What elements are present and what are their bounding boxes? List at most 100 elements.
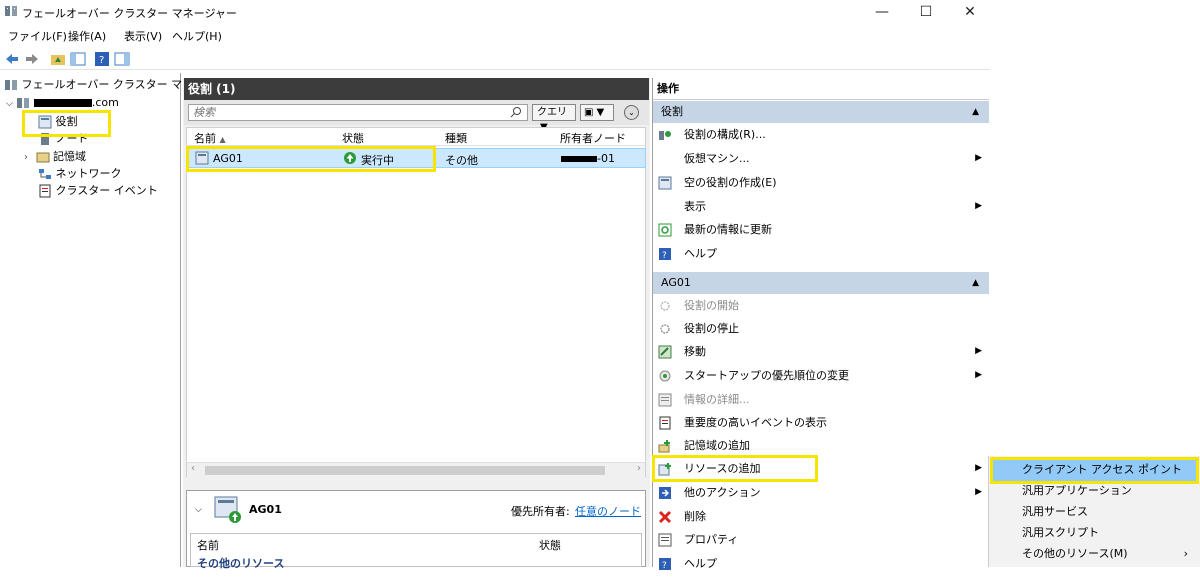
action-move[interactable]: 移動 ▶ (658, 340, 988, 363)
redacted-cluster-name (33, 99, 92, 107)
close-button[interactable]: ✕ (950, 2, 990, 22)
cluster-icon (16, 96, 30, 110)
submenu-arrow-icon: ▶ (975, 346, 982, 356)
actions-section-ag01[interactable]: AG01 ▲ (653, 272, 989, 294)
scroll-left-icon[interactable]: ‹ (191, 463, 195, 474)
tree-item-storage-label: 記憶域 (53, 150, 86, 163)
action-help-ag01[interactable]: ? ヘルプ (658, 552, 988, 575)
up-folder-icon[interactable] (50, 51, 66, 67)
submenu-other-resources-label: その他のリソース(M) (1022, 547, 1128, 560)
search-input[interactable] (188, 104, 528, 121)
submenu-generic-service[interactable]: 汎用サービス (990, 501, 1198, 523)
action-delete[interactable]: 削除 (658, 505, 988, 528)
cluster-manager-icon (4, 78, 18, 92)
column-header-name[interactable]: 名前 ▲ (194, 130, 226, 146)
action-help-roles[interactable]: ? ヘルプ (658, 242, 988, 265)
expand-circle-icon[interactable]: ⌄ (624, 105, 639, 120)
submenu-arrow-icon: ▶ (975, 201, 982, 211)
menu-view[interactable]: 表示(V) (124, 28, 162, 44)
tree-item-cluster-events-label: クラスター イベント (55, 184, 158, 197)
column-header-status[interactable]: 状態 (342, 130, 364, 146)
resource-column-status[interactable]: 状態 (539, 537, 561, 553)
help-icon[interactable]: ? (94, 51, 110, 67)
horizontal-scrollbar[interactable]: ‹ › (187, 462, 645, 477)
tree-item-networks[interactable]: ネットワーク (38, 165, 122, 183)
collapse-up-icon[interactable]: ▲ (972, 272, 979, 294)
action-add-storage[interactable]: 記憶域の追加 (658, 434, 988, 457)
preferred-owner-link[interactable]: 任意のノード (575, 503, 641, 519)
title-bar: フェールオーバー クラスター マネージャー (0, 0, 990, 24)
action-info-details[interactable]: 情報の詳細... (658, 388, 988, 411)
collapse-up-icon[interactable]: ▲ (972, 101, 979, 123)
forward-arrow-icon[interactable] (24, 51, 40, 67)
sort-ascending-icon: ▲ (219, 135, 226, 144)
detail-role-name: AG01 (249, 503, 282, 516)
submenu-generic-script[interactable]: 汎用スクリプト (990, 522, 1198, 544)
help-icon: ? (658, 246, 672, 269)
svg-text:?: ? (662, 251, 667, 261)
tree-item-storage[interactable]: › 記憶域 (24, 148, 86, 166)
help-icon: ? (658, 556, 672, 579)
collapse-chevron-icon[interactable]: ⌵ (195, 505, 202, 515)
menu-help[interactable]: ヘルプ(H) (172, 28, 222, 44)
highlight-roles-tree (22, 110, 111, 137)
menu-action[interactable]: 操作(A) (68, 28, 106, 44)
cluster-manager-icon (4, 4, 18, 21)
role-type: その他 (445, 154, 478, 167)
maximize-button[interactable]: ☐ (906, 2, 946, 22)
scroll-right-icon[interactable]: › (637, 463, 641, 474)
submenu-arrow-icon: ▶ (975, 153, 982, 163)
action-configure-role[interactable]: 役割の構成(R)... (658, 123, 988, 146)
resource-group-label: その他のリソース (197, 557, 285, 570)
roles-list (186, 127, 646, 477)
action-refresh[interactable]: 最新の情報に更新 (658, 218, 988, 241)
column-header-owner[interactable]: 所有者ノード (560, 130, 626, 146)
minimize-button[interactable]: — (862, 2, 902, 22)
query-button-label: クエリ (537, 107, 567, 118)
menu-file[interactable]: ファイル(F) (8, 28, 67, 44)
back-arrow-icon[interactable] (4, 51, 20, 67)
action-view[interactable]: 表示 ▶ (658, 195, 988, 218)
show-hide-actions-icon[interactable] (114, 51, 130, 67)
action-critical-events[interactable]: 重要度の高いイベントの表示 (658, 411, 988, 434)
action-change-startup-priority[interactable]: スタートアップの優先順位の変更 ▶ (658, 364, 988, 387)
action-properties[interactable]: プロパティ (658, 528, 988, 551)
role-large-icon (213, 495, 243, 528)
scrollbar-thumb[interactable] (205, 466, 605, 475)
highlight-role-row (186, 146, 436, 172)
submenu-arrow-icon: ▶ (975, 463, 982, 473)
submenu-arrow-icon: ▶ (975, 370, 982, 380)
dropdown-arrow-icon: ▼ (596, 107, 605, 118)
svg-text:?: ? (99, 55, 104, 66)
column-header-type[interactable]: 種類 (445, 130, 467, 146)
save-query-button[interactable]: ▣ ▼ (580, 104, 614, 121)
query-button[interactable]: クエリ▼ (532, 104, 576, 133)
actions-section-ag01-label: AG01 (661, 276, 691, 289)
role-detail-panel: ⌵ AG01 優先所有者: 任意のノード 名前 状態 その他のリソース (186, 490, 646, 570)
resource-column-name[interactable]: 名前 (197, 537, 219, 553)
toolbar: ? (0, 48, 990, 70)
actions-section-roles[interactable]: 役割 ▲ (653, 101, 989, 123)
action-more-actions[interactable]: 他のアクション ▶ (658, 481, 988, 504)
action-create-empty-role[interactable]: 空の役割の作成(E) (658, 171, 988, 194)
actions-title: 操作 (653, 78, 989, 100)
cluster-domain-suffix: .com (91, 96, 119, 109)
highlight-add-resource (652, 455, 818, 482)
redacted-owner-node (561, 156, 597, 162)
tree-item-cluster-events[interactable]: クラスター イベント (38, 182, 158, 200)
network-icon (38, 167, 52, 181)
preferred-owner-label: 優先所有者: (511, 505, 570, 518)
chevron-down-icon[interactable]: ⌵ (6, 99, 13, 109)
action-stop-role[interactable]: 役割の停止 (658, 317, 988, 340)
show-hide-tree-icon[interactable] (70, 51, 86, 67)
action-virtual-machines[interactable]: 仮想マシン... ▶ (658, 147, 988, 170)
chevron-right-icon[interactable]: › (24, 152, 28, 163)
event-log-icon (38, 184, 52, 198)
window-title: フェールオーバー クラスター マネージャー (22, 7, 237, 20)
action-start-role[interactable]: 役割の開始 (658, 294, 988, 317)
actions-section-roles-label: 役割 (661, 105, 683, 118)
submenu-other-resources[interactable]: その他のリソース(M) › (990, 543, 1198, 565)
search-icon[interactable] (510, 106, 522, 121)
submenu-arrow-icon: ▶ (975, 487, 982, 497)
highlight-client-access-point (990, 457, 1199, 484)
